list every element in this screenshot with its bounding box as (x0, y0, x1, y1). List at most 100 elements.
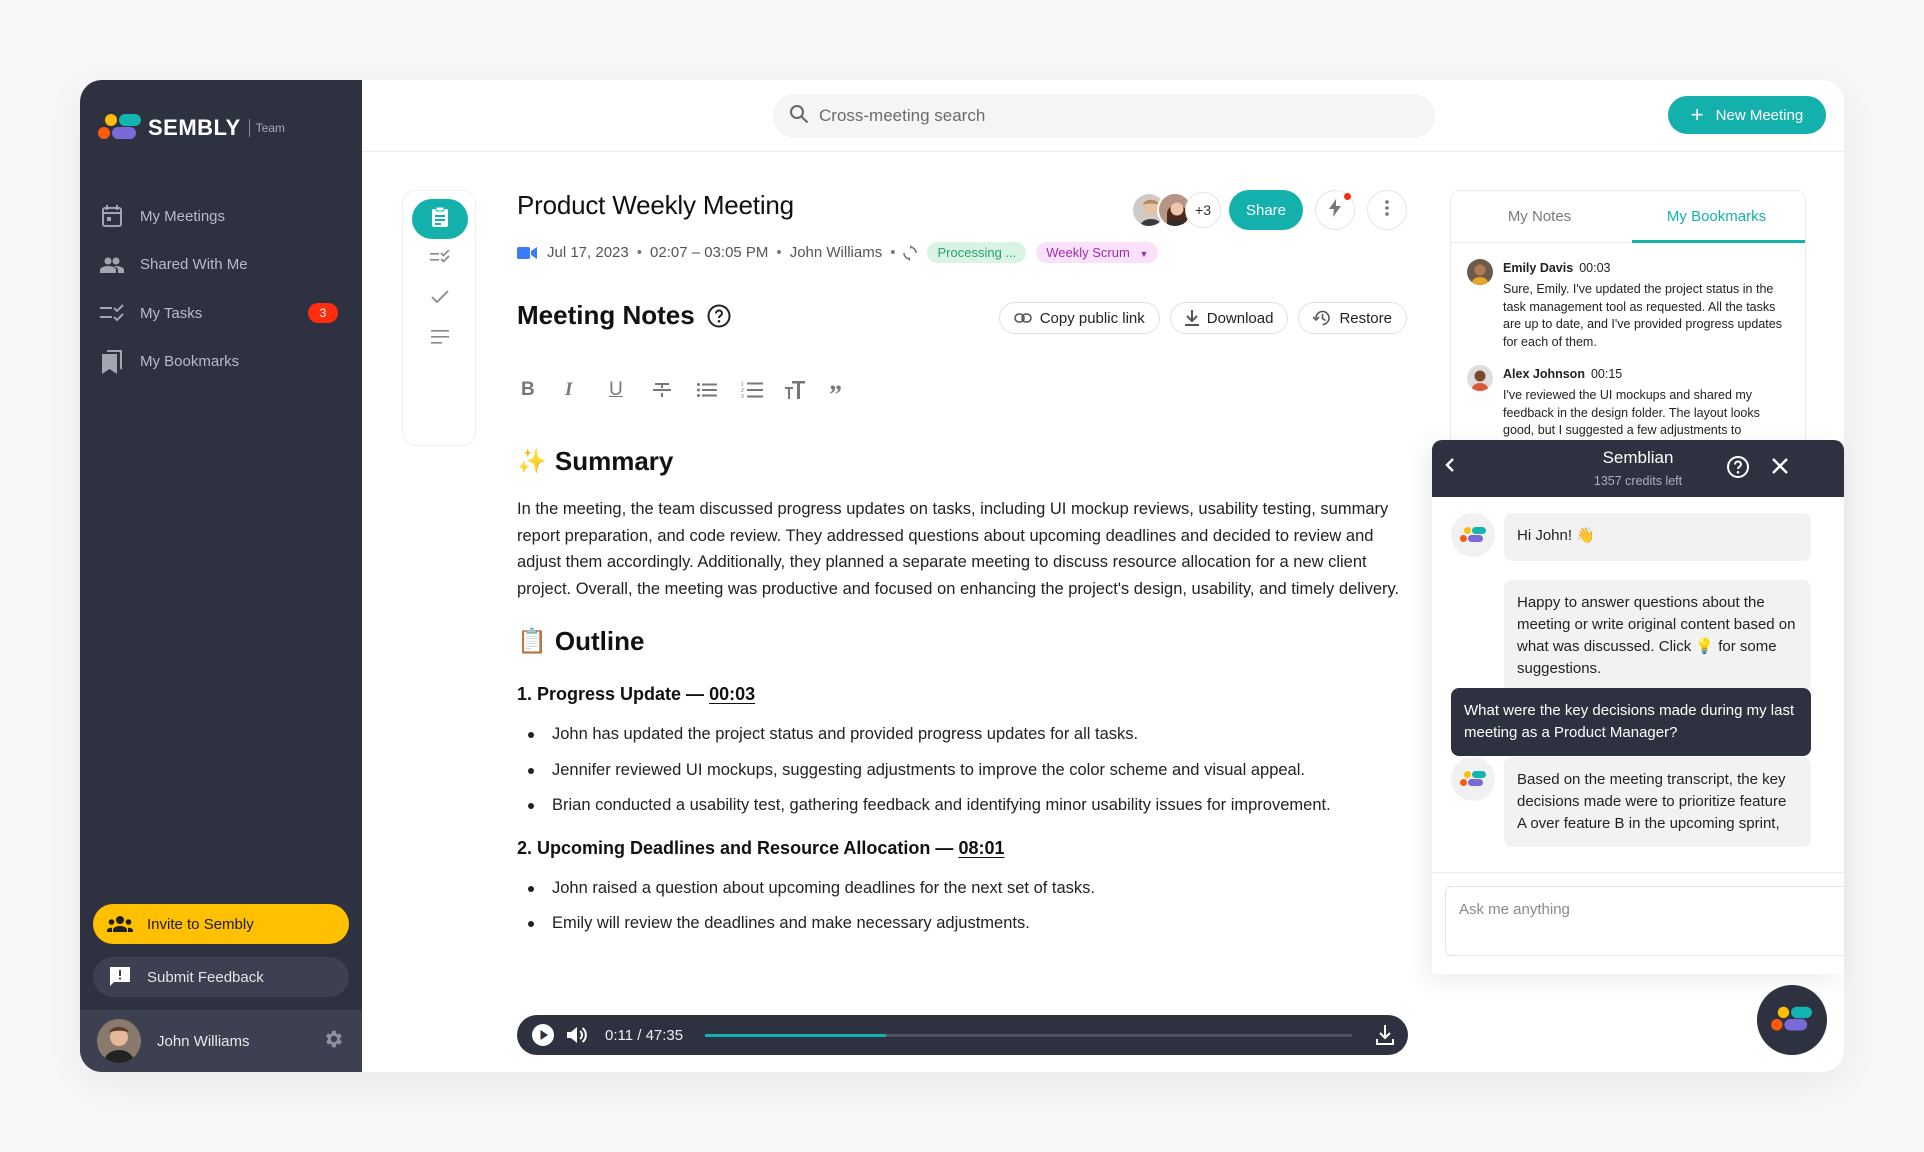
chat-header: Semblian 1357 credits left (1432, 440, 1844, 497)
sidebar-item-label: My Tasks (140, 304, 203, 322)
sembly-logo-icon (98, 114, 142, 142)
text-lines-icon (431, 329, 449, 349)
underline-button[interactable]: U (605, 376, 649, 404)
bookmark-avatar (1467, 365, 1493, 391)
rail-tasks-button[interactable] (412, 239, 468, 279)
download-audio-button[interactable] (1376, 1025, 1394, 1045)
outline-bullets: John has updated the project status and … (517, 717, 1407, 824)
sidebar-item-shared-with-me[interactable]: Shared With Me (100, 241, 344, 290)
new-meeting-label: New Meeting (1715, 106, 1804, 124)
link-icon (1013, 313, 1032, 323)
list-item: Jennifer reviewed UI mockups, suggesting… (517, 753, 1407, 789)
share-button[interactable]: Share (1229, 190, 1303, 230)
help-circle-icon[interactable] (1726, 455, 1750, 484)
logo[interactable]: SEMBLY Team (98, 114, 285, 142)
sidebar-item-label: My Meetings (140, 207, 226, 225)
sidebar-item-my-meetings[interactable]: My Meetings (100, 192, 344, 241)
text-size-button[interactable] (781, 376, 825, 404)
meeting-time: 02:07 – 03:05 PM (650, 244, 769, 261)
calendar-icon (100, 204, 124, 228)
clipboard-emoji-icon: 📋 (517, 627, 547, 655)
bookmark-item[interactable]: Emily Davis 00:03 Sure, Emily. I've updat… (1451, 259, 1805, 351)
outline-heading: 📋 Outline (517, 624, 1407, 658)
video-camera-icon (517, 246, 537, 260)
italic-button[interactable]: I (561, 376, 605, 404)
play-button[interactable] (531, 1023, 555, 1047)
bookmark-time[interactable]: 00:03 (1579, 261, 1610, 275)
panel-tabs: My Notes My Bookmarks (1451, 191, 1805, 243)
timestamp-link[interactable]: 08:01 (958, 838, 1004, 858)
meeting-type-tag[interactable]: Weekly Scrum ▼ (1036, 242, 1159, 263)
bookmark-time[interactable]: 00:15 (1591, 367, 1622, 381)
numbered-list-button[interactable]: 123 (737, 376, 781, 404)
submit-feedback-button[interactable]: Submit Feedback (93, 957, 349, 997)
chat-input[interactable] (1445, 886, 1844, 956)
search-input[interactable] (819, 106, 1399, 126)
bold-button[interactable]: B (517, 376, 561, 404)
sidebar-nav: My Meetings Shared With Me My Tasks 3 My… (100, 192, 344, 386)
sidebar-item-label: My Bookmarks (140, 353, 240, 371)
summary-heading: ✨ Summary (517, 444, 1407, 478)
search-box[interactable] (773, 94, 1435, 138)
tab-my-bookmarks[interactable]: My Bookmarks (1628, 191, 1805, 243)
chat-messages: Hi John! 👋 Happy to answer questions abo… (1432, 497, 1844, 872)
search-icon (789, 104, 809, 129)
semblian-launcher-button[interactable] (1757, 985, 1827, 1055)
sembly-logo-icon (1460, 770, 1486, 788)
copy-public-link-button[interactable]: Copy public link (998, 302, 1160, 334)
quote-button[interactable]: ” (825, 376, 869, 409)
automations-button[interactable] (1315, 190, 1355, 230)
tasks-count-badge: 3 (308, 303, 338, 323)
bookmarks-icon (100, 349, 124, 374)
people-icon (100, 253, 124, 277)
timestamp-link[interactable]: 00:03 (709, 684, 755, 704)
more-options-button[interactable] (1367, 190, 1407, 230)
bookmark-item[interactable]: Alex Johnson 00:15 I've reviewed the UI m… (1451, 365, 1805, 440)
top-bar: + New Meeting (362, 80, 1844, 152)
meeting-title: Product Weekly Meeting (517, 190, 794, 220)
rail-checklist-button[interactable] (412, 279, 468, 319)
download-icon (1184, 310, 1199, 326)
list-item: Emily will review the deadlines and make… (517, 906, 1407, 942)
bookmark-avatar (1467, 259, 1493, 285)
notification-dot (1344, 193, 1351, 200)
help-circle-icon[interactable] (707, 304, 731, 328)
progress-fill (705, 1033, 887, 1037)
plus-icon: + (1690, 102, 1704, 127)
sembly-logo-icon (1460, 526, 1486, 544)
sidebar-item-my-bookmarks[interactable]: My Bookmarks (100, 338, 344, 387)
bookmark-text: Sure, Emily. I've updated the project st… (1503, 282, 1782, 349)
close-icon[interactable] (1770, 456, 1790, 481)
user-profile[interactable]: John Williams (80, 1010, 362, 1072)
notes-document: ✨ Summary In the meeting, the team discu… (517, 444, 1407, 942)
volume-button[interactable] (567, 1025, 589, 1045)
restore-button[interactable]: Restore (1298, 302, 1407, 334)
download-label: Download (1206, 309, 1274, 327)
list-item: John raised a question about upcoming de… (517, 871, 1407, 907)
lightning-icon (1329, 198, 1341, 222)
plan-label: Team (255, 121, 285, 135)
outline-section-title: 2. Upcoming Deadlines and Resource Alloc… (517, 837, 954, 858)
clipboard-icon (432, 206, 448, 232)
audio-player: 0:11 / 47:35 (517, 1015, 1408, 1055)
rail-notes-button[interactable] (412, 199, 468, 239)
download-button[interactable]: Download (1169, 302, 1289, 334)
new-meeting-button[interactable]: + New Meeting (1668, 96, 1826, 134)
user-name: John Williams (157, 1032, 250, 1050)
settings-gear-icon[interactable] (322, 1028, 344, 1055)
bookmark-speaker: Emily Davis (1503, 261, 1574, 275)
outline-section-title: 1. Progress Update — (517, 684, 705, 704)
notes-view-rail (402, 190, 476, 446)
participants[interactable]: +3 (1131, 192, 1221, 228)
bulleted-list-button[interactable] (693, 376, 737, 404)
feedback-label: Submit Feedback (147, 968, 264, 986)
sidebar-item-my-tasks[interactable]: My Tasks 3 (100, 289, 344, 338)
bookmark-speaker: Alex Johnson (1503, 367, 1585, 381)
tab-my-notes[interactable]: My Notes (1451, 191, 1628, 242)
chat-input-area (1432, 872, 1844, 974)
invite-button[interactable]: Invite to Sembly (93, 904, 349, 944)
progress-slider[interactable] (705, 1033, 1352, 1037)
meeting-date: Jul 17, 2023 (547, 244, 629, 261)
rail-transcript-button[interactable] (412, 319, 468, 359)
strikethrough-button[interactable] (649, 376, 693, 404)
